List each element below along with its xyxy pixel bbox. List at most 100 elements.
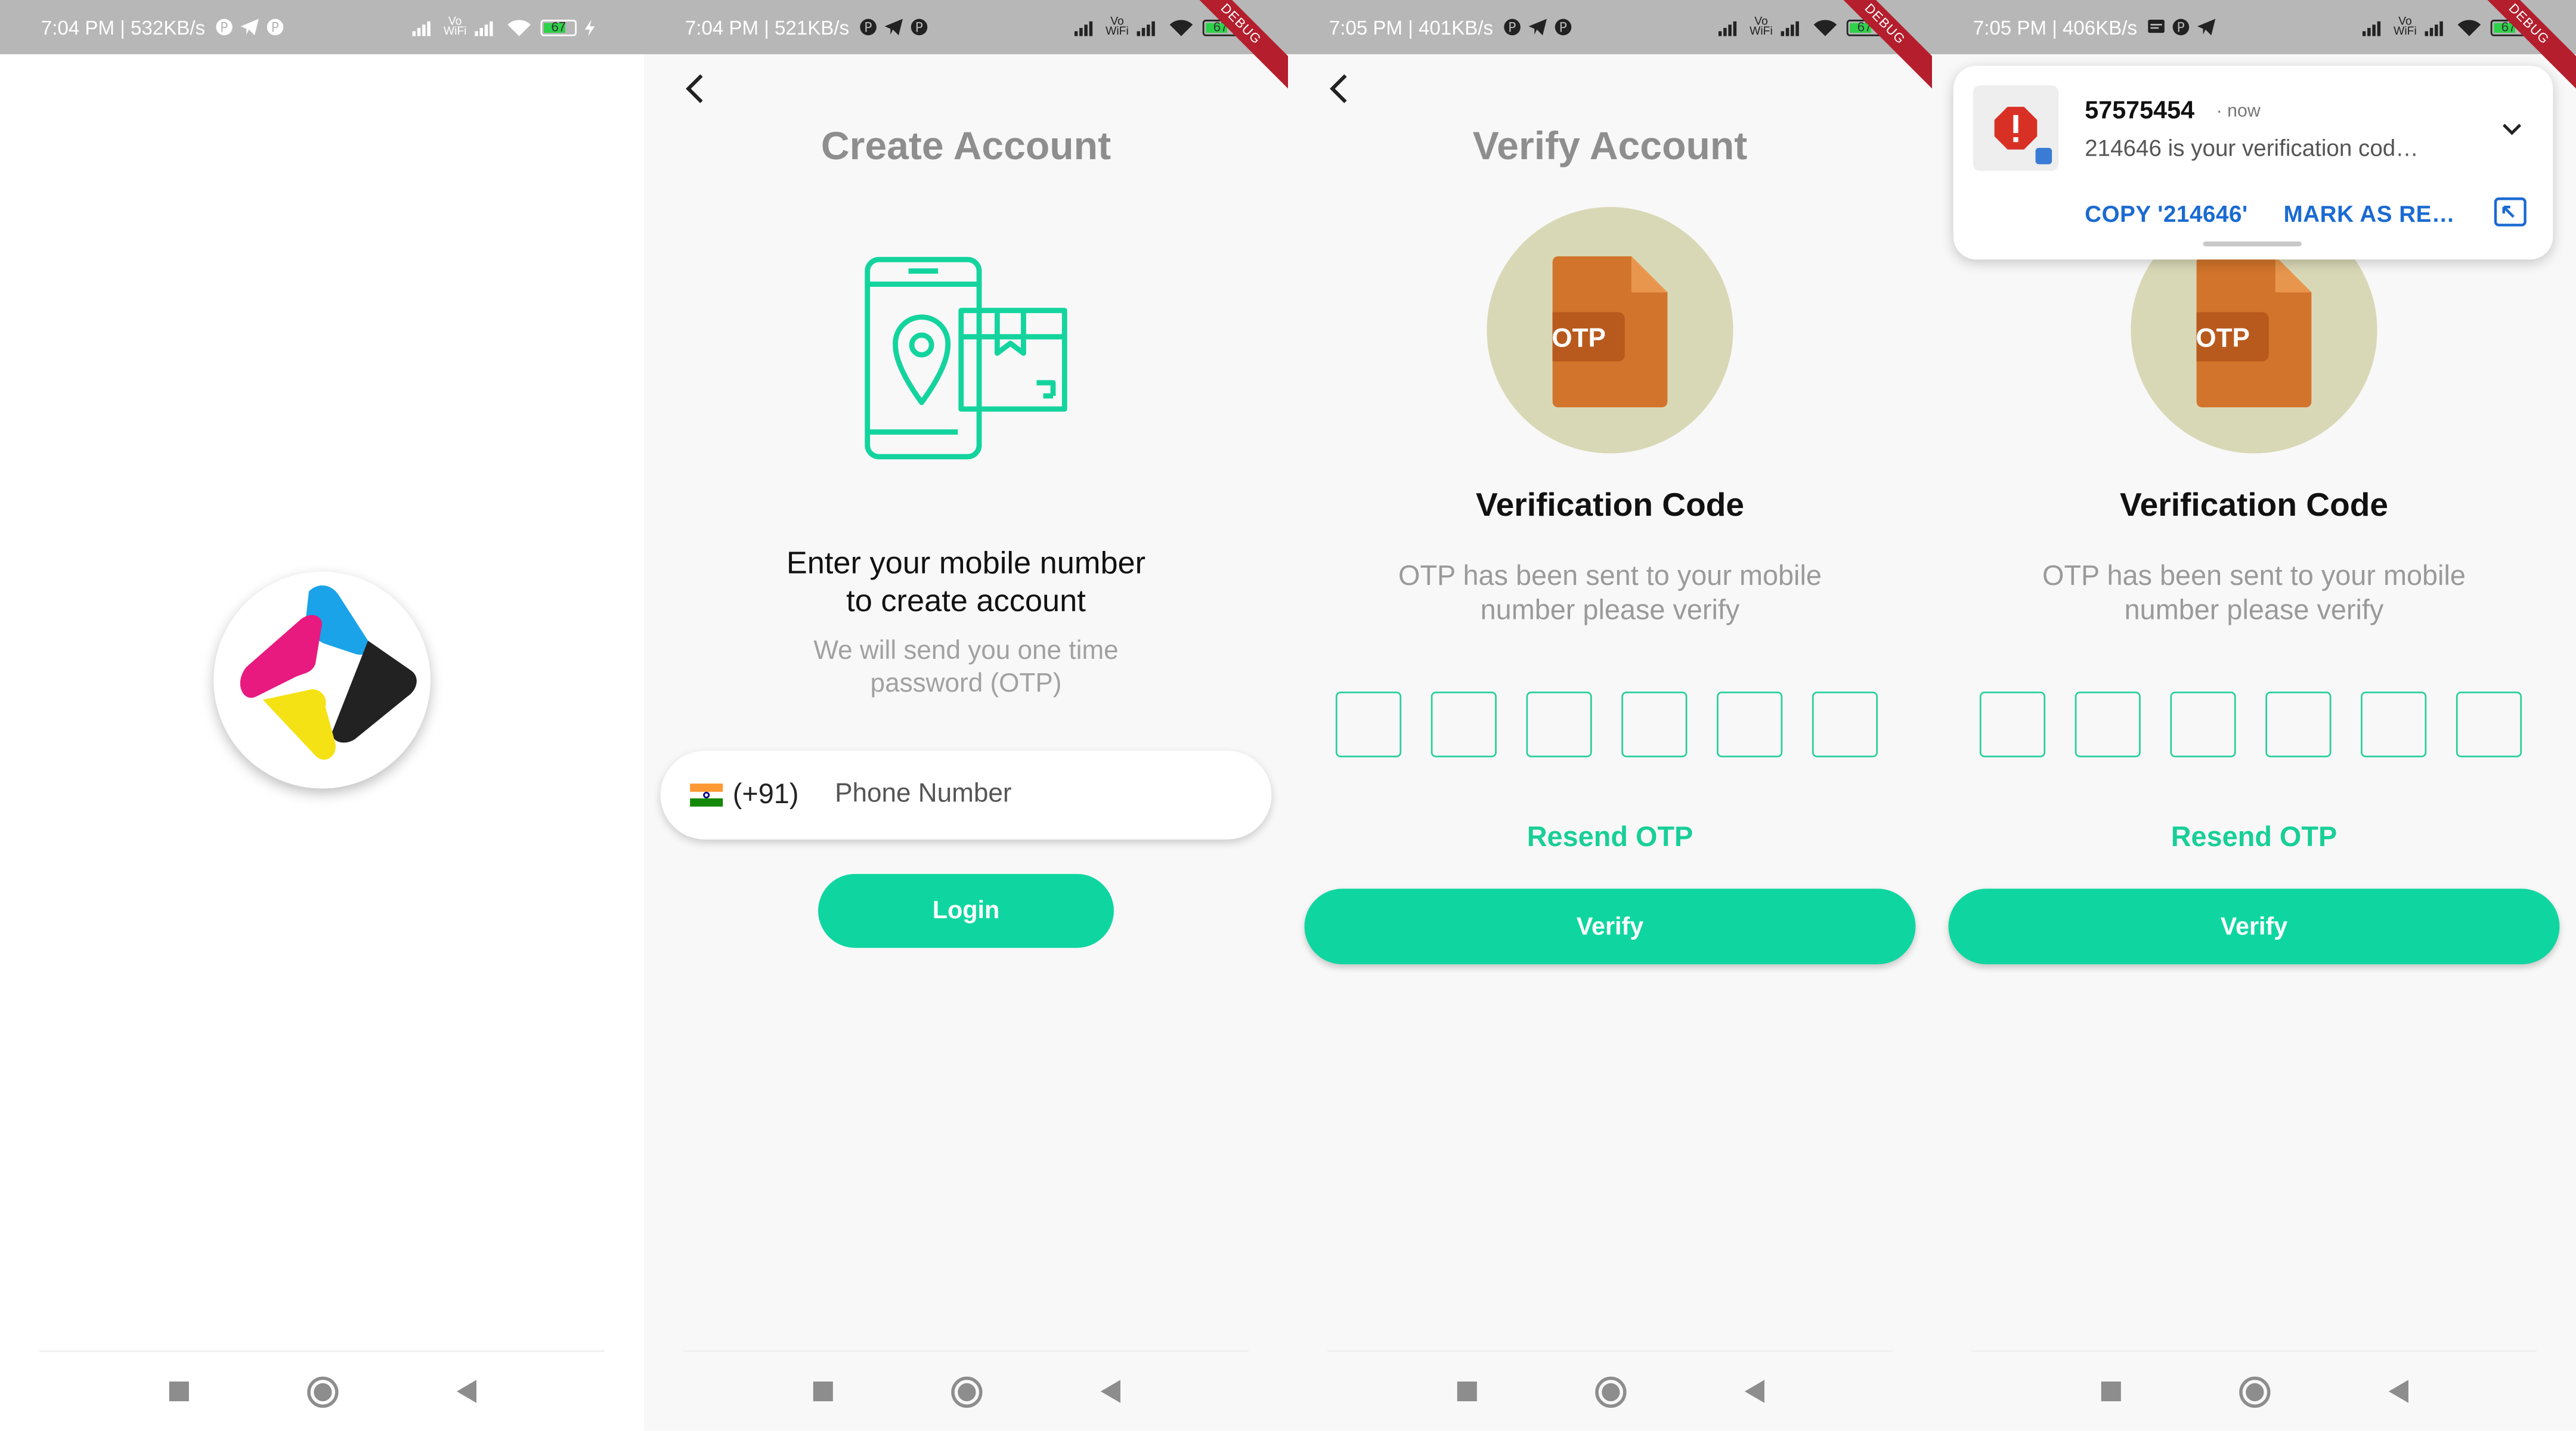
svg-text:P: P <box>864 21 872 36</box>
alert-icon <box>1994 107 2038 150</box>
notification-message: 214646 is your verification cod… <box>2085 134 2419 161</box>
otp-document-icon: OTP <box>2196 256 2312 408</box>
signal-icon <box>1137 21 1155 36</box>
copy-code-button[interactable]: COPY '214646' <box>2085 200 2248 227</box>
otp-digit-input[interactable] <box>1431 691 1497 758</box>
wifi-icon <box>2457 20 2481 36</box>
notification-icon: P <box>2172 18 2189 36</box>
otp-badge-label: OTP <box>1553 323 1606 352</box>
sms-notification-card[interactable]: 57575454 · now 214646 is your verificati… <box>1953 66 2553 260</box>
home-button[interactable] <box>1594 1376 1626 1407</box>
otp-badge-label: OTP <box>2197 323 2250 352</box>
recents-button[interactable] <box>1456 1382 1476 1402</box>
wifi-icon <box>507 20 531 36</box>
home-button[interactable] <box>950 1376 982 1407</box>
recents-button[interactable] <box>2100 1382 2120 1402</box>
signal-icon <box>2362 21 2381 36</box>
notification-icon: P <box>1503 18 1521 36</box>
notification-icon: P <box>859 18 877 36</box>
status-speed: 401KB/s <box>1419 16 1494 39</box>
verification-subtitle: OTP has been sent to your mobile number … <box>1398 560 1822 626</box>
otp-digit-input[interactable] <box>1812 691 1878 758</box>
phone-input[interactable] <box>831 778 1167 812</box>
verify-button[interactable]: Verify <box>1304 888 1916 965</box>
svg-text:P: P <box>271 21 278 36</box>
signal-icon <box>1074 21 1093 36</box>
vowifi-icon: Vo WiFi <box>2394 16 2417 38</box>
verification-code-title: Verification Code <box>1475 488 1745 524</box>
system-nav-bar <box>1327 1350 1893 1431</box>
system-nav-bar <box>683 1350 1249 1431</box>
notification-sender: 57575454 <box>2085 97 2195 125</box>
otp-digit-input[interactable] <box>1335 691 1402 758</box>
status-speed: 406KB/s <box>2063 16 2138 39</box>
status-bar: 7:05 PM | 401KB/s P P Vo WiFi 67 DEBUG <box>1287 0 1932 97</box>
notification-icon: P <box>911 18 927 36</box>
otp-digit-input[interactable] <box>1717 691 1783 758</box>
verify-account-screen: 7:05 PM | 401KB/s P P Vo WiFi 67 DEBUG Ve… <box>1287 0 1932 1431</box>
charging-icon <box>584 20 595 36</box>
debug-banner: DEBUG <box>1168 0 1288 97</box>
status-speed: 521KB/s <box>775 16 850 39</box>
instruction-heading: Enter your mobile number to create accou… <box>786 547 1146 620</box>
recents-button[interactable] <box>812 1382 832 1402</box>
otp-illustration: OTP <box>1487 207 1733 454</box>
status-bar: 7:04 PM | 532KB/s P P Vo WiFi 67 <box>0 0 644 54</box>
otp-digit-input[interactable] <box>1979 691 2046 758</box>
country-code[interactable]: (+91) <box>733 779 799 811</box>
resend-otp-link[interactable]: Resend OTP <box>1932 822 2576 854</box>
message-icon <box>2147 20 2165 33</box>
otp-input-row <box>1979 691 2522 758</box>
back-nav-button[interactable] <box>2388 1380 2408 1403</box>
otp-input-row <box>1335 691 1878 758</box>
home-button[interactable] <box>2238 1376 2270 1407</box>
telegram-icon <box>1528 18 1547 36</box>
signal-icon <box>1781 21 1799 36</box>
signal-icon <box>1718 21 1737 36</box>
otp-digit-input[interactable] <box>2456 691 2522 758</box>
phone-location-package-icon <box>865 256 1067 460</box>
otp-digit-input[interactable] <box>1526 691 1592 758</box>
app-logo <box>213 571 431 789</box>
vowifi-icon: Vo WiFi <box>443 16 467 38</box>
open-app-icon[interactable] <box>2494 197 2527 227</box>
telegram-icon <box>240 18 259 36</box>
back-arrow-icon[interactable] <box>677 69 716 109</box>
instruction-subheading: We will send you one time password (OTP) <box>813 637 1119 698</box>
recents-button[interactable] <box>168 1382 188 1402</box>
notification-icon: P <box>267 18 283 36</box>
verification-subtitle: OTP has been sent to your mobile number … <box>2042 560 2466 626</box>
otp-digit-input[interactable] <box>2075 691 2141 758</box>
notification-icon: P <box>215 18 233 36</box>
signal-icon <box>2425 21 2443 36</box>
notification-drag-handle[interactable] <box>2203 241 2302 247</box>
battery-icon: 67 <box>540 20 577 36</box>
otp-digit-input[interactable] <box>2361 691 2427 758</box>
otp-digit-input[interactable] <box>2170 691 2236 758</box>
app-logo-icon <box>240 585 417 760</box>
india-flag-icon <box>690 783 723 807</box>
resend-otp-link[interactable]: Resend OTP <box>1288 822 1932 854</box>
back-nav-button[interactable] <box>1744 1380 1764 1403</box>
wifi-icon <box>1813 20 1837 36</box>
telegram-icon <box>2197 18 2215 36</box>
chevron-down-icon[interactable] <box>2500 118 2524 141</box>
telegram-icon <box>884 18 903 36</box>
status-speed: 532KB/s <box>131 16 206 39</box>
system-nav-bar <box>1971 1350 2537 1431</box>
create-account-screen: 7:04 PM | 521KB/s P P Vo WiFi 67 DEBUG Cr… <box>643 0 1288 1431</box>
otp-digit-input[interactable] <box>2265 691 2332 758</box>
status-bar: 7:04 PM | 521KB/s P P Vo WiFi 67 DEBUG <box>643 0 1288 97</box>
back-nav-button[interactable] <box>456 1380 476 1403</box>
verify-button[interactable]: Verify <box>1948 888 2560 965</box>
page-title: Verify Account <box>1472 125 1748 169</box>
login-button[interactable]: Login <box>818 874 1114 948</box>
back-nav-button[interactable] <box>1100 1380 1120 1403</box>
otp-digit-input[interactable] <box>1621 691 1688 758</box>
message-badge-icon <box>2035 147 2052 165</box>
phone-number-field[interactable]: (+91) <box>660 751 1272 840</box>
mark-as-read-button[interactable]: MARK AS RE… <box>2284 200 2456 227</box>
back-arrow-icon[interactable] <box>1321 69 1360 109</box>
vowifi-icon: Vo WiFi <box>1106 16 1129 38</box>
home-button[interactable] <box>306 1376 338 1407</box>
